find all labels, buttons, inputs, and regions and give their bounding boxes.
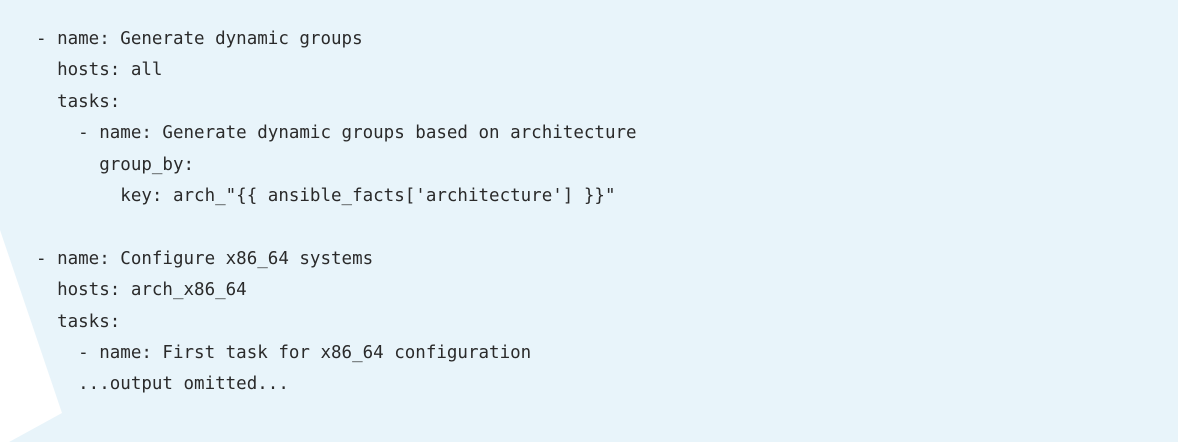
code-line-11: - name: First task for x86_64 configurat… — [36, 342, 532, 363]
code-line-4: - name: Generate dynamic groups based on… — [36, 123, 637, 144]
code-line-6: key: arch_"{{ ansible_facts['architectur… — [36, 185, 616, 206]
code-line-3: tasks: — [36, 91, 121, 112]
code-line-9: hosts: arch_x86_64 — [36, 280, 247, 301]
code-line-1: - name: Generate dynamic groups — [36, 29, 363, 49]
code-line-5: group_by: — [36, 154, 195, 175]
code-line-8: - name: Configure x86_64 systems — [36, 248, 374, 269]
code-line-12: ...output omitted... — [36, 374, 289, 395]
code-line-10: tasks: — [36, 311, 121, 332]
code-line-2: hosts: all — [36, 60, 163, 81]
code-block: - name: Generate dynamic groups hosts: a… — [0, 0, 1178, 442]
